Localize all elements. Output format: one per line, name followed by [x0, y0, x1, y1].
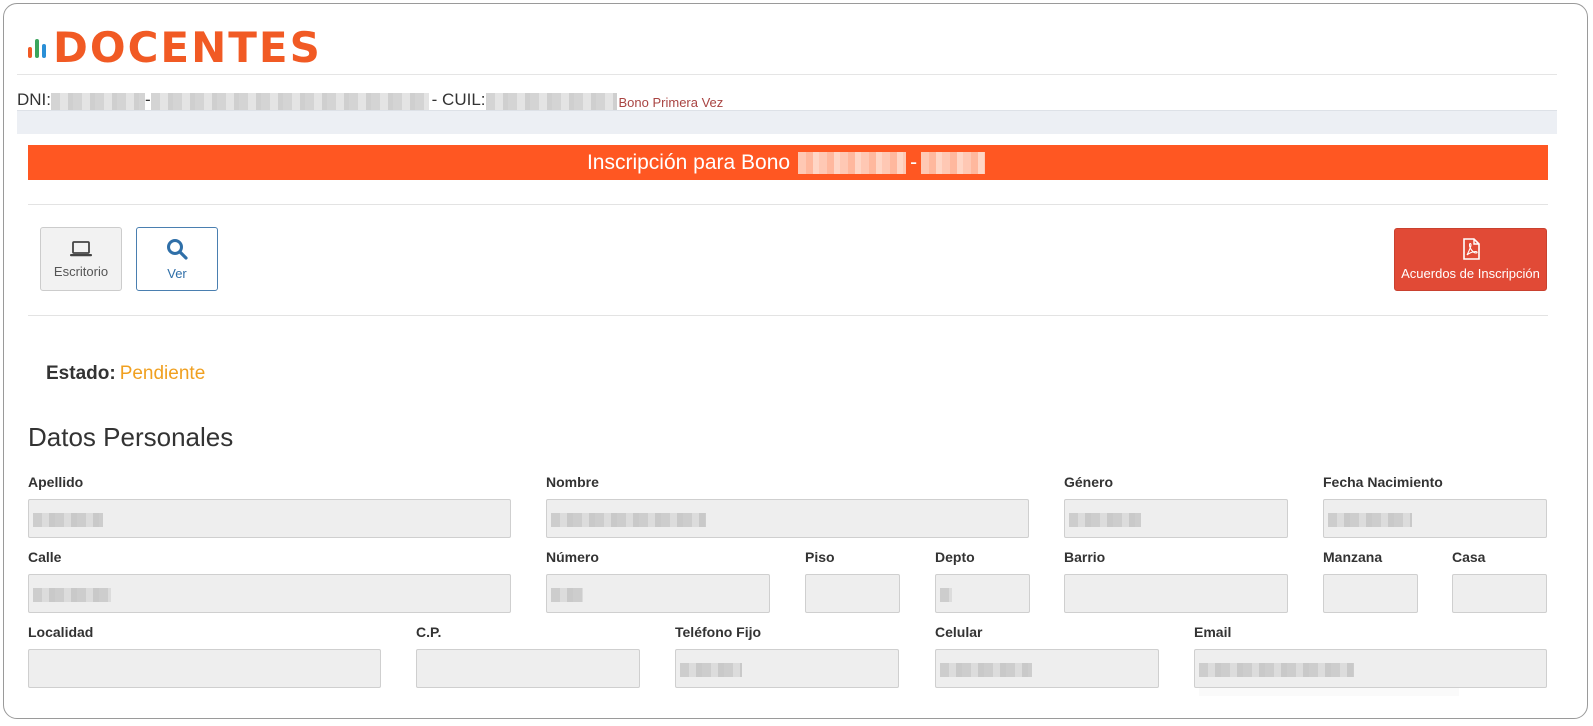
ver-label: Ver: [167, 265, 187, 281]
acuerdos-label: Acuerdos de Inscripción: [1401, 266, 1540, 281]
barrio-label: Barrio: [1064, 549, 1106, 565]
email-label: Email: [1194, 624, 1232, 640]
estado-value: Pendiente: [119, 363, 206, 384]
apellido-field[interactable]: [28, 499, 511, 538]
estado-label: Estado:: [46, 363, 116, 384]
escritorio-label: Escritorio: [53, 263, 109, 279]
banner-title: Inscripción para Bono: [586, 150, 791, 174]
calle-label: Calle: [28, 549, 62, 565]
apellido-label: Apellido: [28, 474, 84, 490]
pdf-file-icon: [1462, 238, 1480, 260]
casa-field[interactable]: [1452, 574, 1547, 613]
bono-period-redacted: [798, 151, 907, 174]
ver-button[interactable]: Ver: [136, 227, 218, 291]
toolbar-divider-top: [28, 204, 1548, 205]
barrio-field[interactable]: [1064, 574, 1288, 613]
autocomplete-shadow: [1199, 688, 1459, 696]
piso-label: Piso: [805, 549, 835, 565]
dni-label: DNI:: [17, 90, 51, 109]
manzana-label: Manzana: [1323, 549, 1383, 565]
localidad-field[interactable]: [28, 649, 381, 688]
nombre-field[interactable]: [546, 499, 1029, 538]
numero-label: Número: [546, 549, 599, 565]
banner-separator: -: [910, 150, 918, 174]
celular-field[interactable]: [935, 649, 1159, 688]
manzana-field[interactable]: [1323, 574, 1418, 613]
bono-mode-link[interactable]: Bono Primera Vez: [619, 95, 724, 110]
fecha-nacimiento-field[interactable]: [1323, 499, 1547, 538]
acuerdos-inscripcion-button[interactable]: Acuerdos de Inscripción: [1394, 228, 1547, 291]
docentes-logo[interactable]: DOCENTES: [28, 23, 322, 72]
cuil-label: - CUIL:: [431, 90, 486, 109]
dni-redacted: [51, 93, 145, 110]
telefono-fijo-field[interactable]: [675, 649, 899, 688]
escritorio-button[interactable]: Escritorio: [40, 227, 122, 291]
depto-field[interactable]: [935, 574, 1030, 613]
cuil-redacted: [485, 93, 617, 110]
logo-bars-icon: [28, 38, 46, 58]
logo-text: DOCENTES: [53, 23, 322, 72]
cp-field[interactable]: [416, 649, 640, 688]
calle-field[interactable]: [28, 574, 511, 613]
fecha-nacimiento-label: Fecha Nacimiento: [1323, 474, 1443, 490]
genero-label: Género: [1064, 474, 1114, 490]
estado-status: Estado: Pendiente: [46, 363, 205, 385]
nombre-label: Nombre: [546, 474, 599, 490]
section-title-datos-personales: Datos Personales: [28, 422, 234, 452]
user-id-line: DNI: - - CUIL: Bono Primera Vez: [17, 88, 723, 110]
email-field[interactable]: [1194, 649, 1547, 688]
numero-field[interactable]: [546, 574, 770, 613]
laptop-icon: [70, 240, 92, 256]
name-redacted: [150, 93, 429, 110]
piso-field[interactable]: [805, 574, 900, 613]
telefono-fijo-label: Teléfono Fijo: [675, 624, 762, 640]
info-band: [17, 110, 1557, 134]
page-banner: Inscripción para Bono -: [28, 145, 1548, 180]
header-divider: [17, 74, 1557, 75]
bono-year-redacted: [921, 151, 986, 174]
toolbar-divider-bottom: [28, 315, 1548, 316]
celular-label: Celular: [935, 624, 983, 640]
localidad-label: Localidad: [28, 624, 94, 640]
depto-label: Depto: [935, 549, 975, 565]
search-icon: [167, 238, 188, 260]
casa-label: Casa: [1452, 549, 1486, 565]
genero-field[interactable]: [1064, 499, 1288, 538]
cp-label: C.P.: [416, 624, 442, 640]
page-frame: DOCENTES DNI: - - CUIL: Bono Primera Vez…: [3, 3, 1588, 719]
